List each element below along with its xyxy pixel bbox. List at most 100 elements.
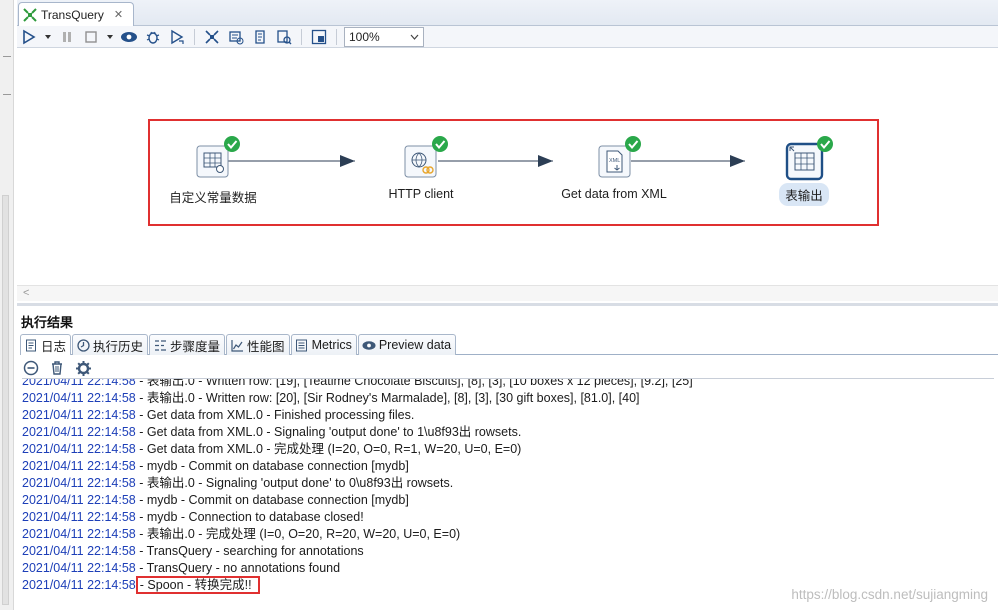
step-label: Get data from XML — [561, 187, 667, 201]
impact-analysis-icon — [229, 30, 244, 44]
log-line: 2021/04/11 22:14:58 - mydb - Commit on d… — [22, 458, 994, 475]
log-message: - Get data from XML.0 - Signaling 'outpu… — [135, 425, 522, 439]
verify-button[interactable] — [202, 27, 222, 47]
preview-eye-icon — [362, 338, 376, 352]
log-icon — [24, 338, 38, 352]
log-toolbar — [22, 359, 92, 377]
step-metrics-icon — [153, 338, 167, 352]
trash-icon — [52, 361, 62, 375]
tab-step-metrics[interactable]: 步骤度量 — [149, 334, 226, 355]
replay-button[interactable] — [167, 27, 187, 47]
canvas-horizontal-scrollbar[interactable]: < — [17, 285, 998, 301]
log-message: - mydb - Commit on database connection [… — [135, 493, 409, 507]
scroll-left-icon[interactable]: < — [23, 287, 29, 299]
step-get-data-from-xml[interactable]: Get data from XML — [544, 185, 684, 203]
stop-button[interactable] — [81, 27, 101, 47]
tab-title: TransQuery — [41, 7, 104, 22]
zoom-value: 100% — [349, 29, 380, 44]
log-timestamp: 2021/04/11 22:14:58 — [22, 578, 136, 592]
minus-circle-icon — [23, 360, 39, 376]
replay-icon — [171, 29, 184, 44]
dropdown-arrow-icon — [45, 34, 51, 39]
log-line: 2021/04/11 22:14:58 - 表输出.0 - Signaling … — [22, 475, 994, 492]
tab-history[interactable]: 执行历史 — [72, 334, 149, 355]
step-generate-rows[interactable]: 自定义常量数据 — [143, 185, 283, 208]
sql-button[interactable] — [250, 27, 270, 47]
log-timestamp: 2021/04/11 22:14:58 — [22, 510, 136, 524]
transformation-icon — [23, 7, 37, 22]
eye-icon — [121, 31, 137, 42]
log-message: - mydb - Connection to database closed! — [135, 510, 364, 524]
left-panel-edge — [0, 0, 14, 610]
show-results-button[interactable] — [309, 27, 329, 47]
dropdown-arrow-icon — [107, 34, 113, 39]
tab-label: Preview data — [378, 338, 452, 352]
log-timestamp: 2021/04/11 22:14:58 — [22, 527, 136, 541]
tab-log[interactable]: 日志 — [20, 334, 72, 355]
step-label: 自定义常量数据 — [169, 191, 257, 205]
editor-tabstrip: TransQuery ✕ — [17, 0, 998, 26]
zoom-select[interactable]: 100% — [344, 26, 424, 47]
debug-button[interactable] — [143, 27, 163, 47]
completion-message-highlight: - Spoon - 转换完成!! — [135, 576, 260, 594]
log-settings-button[interactable] — [74, 359, 92, 377]
watermark-url: https://blog.csdn.net/sujiangming — [791, 587, 988, 602]
log-timestamp: 2021/04/11 22:14:58 — [22, 561, 136, 575]
pause-button[interactable] — [57, 27, 77, 47]
verify-icon — [205, 29, 219, 44]
stop-dropdown-button[interactable] — [105, 27, 115, 47]
log-message: - 表输出.0 - 完成处理 (I=0, O=20, R=20, W=20, U… — [135, 527, 461, 541]
sql-script-icon — [255, 29, 265, 44]
results-tabs: 日志 执行历史 步骤度量 性能图 Metrics Preview data — [20, 334, 998, 355]
tab-metrics[interactable]: Metrics — [290, 334, 357, 355]
log-line: 2021/04/11 22:14:58 - TransQuery - no an… — [22, 560, 994, 577]
log-message: - 表输出.0 - Written row: [19], [Teatime Ch… — [135, 378, 693, 388]
clear-log-button[interactable] — [48, 359, 66, 377]
log-message: - Get data from XML.0 - 完成处理 (I=20, O=0,… — [135, 442, 522, 456]
tab-transquery[interactable]: TransQuery ✕ — [18, 2, 134, 26]
tab-preview-data[interactable]: Preview data — [357, 334, 457, 355]
metrics-icon — [295, 338, 309, 352]
history-icon — [76, 338, 90, 352]
log-timestamp: 2021/04/11 22:14:58 — [22, 493, 136, 507]
tab-label: 性能图 — [247, 339, 285, 354]
gear-icon — [75, 360, 91, 376]
transformation-canvas[interactable]: XML 自定义常量数据 HTTP client Get data from XM… — [17, 49, 998, 303]
execution-results-panel: 执行结果 日志 执行历史 步骤度量 性能图 Metrics Preview da… — [17, 303, 998, 610]
log-timestamp: 2021/04/11 22:14:58 — [22, 425, 136, 439]
log-timestamp: 2021/04/11 22:14:58 — [22, 442, 136, 456]
play-icon — [23, 29, 36, 44]
gutter-mark — [3, 56, 11, 57]
preview-button[interactable] — [119, 27, 139, 47]
log-line: 2021/04/11 22:14:58 - 表输出.0 - Written ro… — [22, 390, 994, 407]
run-dropdown-button[interactable] — [43, 27, 53, 47]
log-message: - mydb - Commit on database connection [… — [135, 459, 409, 473]
close-icon[interactable]: ✕ — [114, 8, 123, 21]
log-message: - TransQuery - no annotations found — [135, 561, 341, 575]
log-message: - TransQuery - searching for annotations — [135, 544, 364, 558]
spoon-editor: TransQuery ✕ 100% XML 自定义常量数据 HTTP clien… — [17, 0, 998, 610]
tab-performance-graph[interactable]: 性能图 — [226, 334, 290, 355]
results-title: 执行结果 — [21, 315, 74, 330]
transformation-toolbar: 100% — [17, 26, 998, 48]
stop-icon — [85, 30, 97, 43]
tab-label: 日志 — [41, 339, 67, 354]
log-message: - 表输出.0 - Written row: [20], [Sir Rodney… — [135, 391, 640, 405]
impact-button[interactable] — [226, 27, 246, 47]
log-line: 2021/04/11 22:14:58 - Get data from XML.… — [22, 424, 994, 441]
stop-log-button[interactable] — [22, 359, 40, 377]
toolbar-separator — [301, 28, 302, 45]
step-table-output[interactable]: 表输出 — [734, 183, 874, 206]
log-timestamp: 2021/04/11 22:14:58 — [22, 408, 136, 422]
step-http-client[interactable]: HTTP client — [351, 185, 491, 203]
step-label: HTTP client — [388, 187, 454, 201]
tab-label: 执行历史 — [93, 339, 144, 354]
run-button[interactable] — [19, 27, 39, 47]
bug-icon — [146, 31, 160, 44]
pause-icon — [63, 31, 71, 42]
log-output[interactable]: 2021/04/11 22:14:58 - 表输出.0 - Written ro… — [22, 378, 994, 610]
explore-db-button[interactable] — [274, 27, 294, 47]
explore-database-icon — [277, 29, 292, 44]
results-pane-icon — [311, 29, 327, 44]
left-scrollbar[interactable] — [2, 195, 9, 605]
